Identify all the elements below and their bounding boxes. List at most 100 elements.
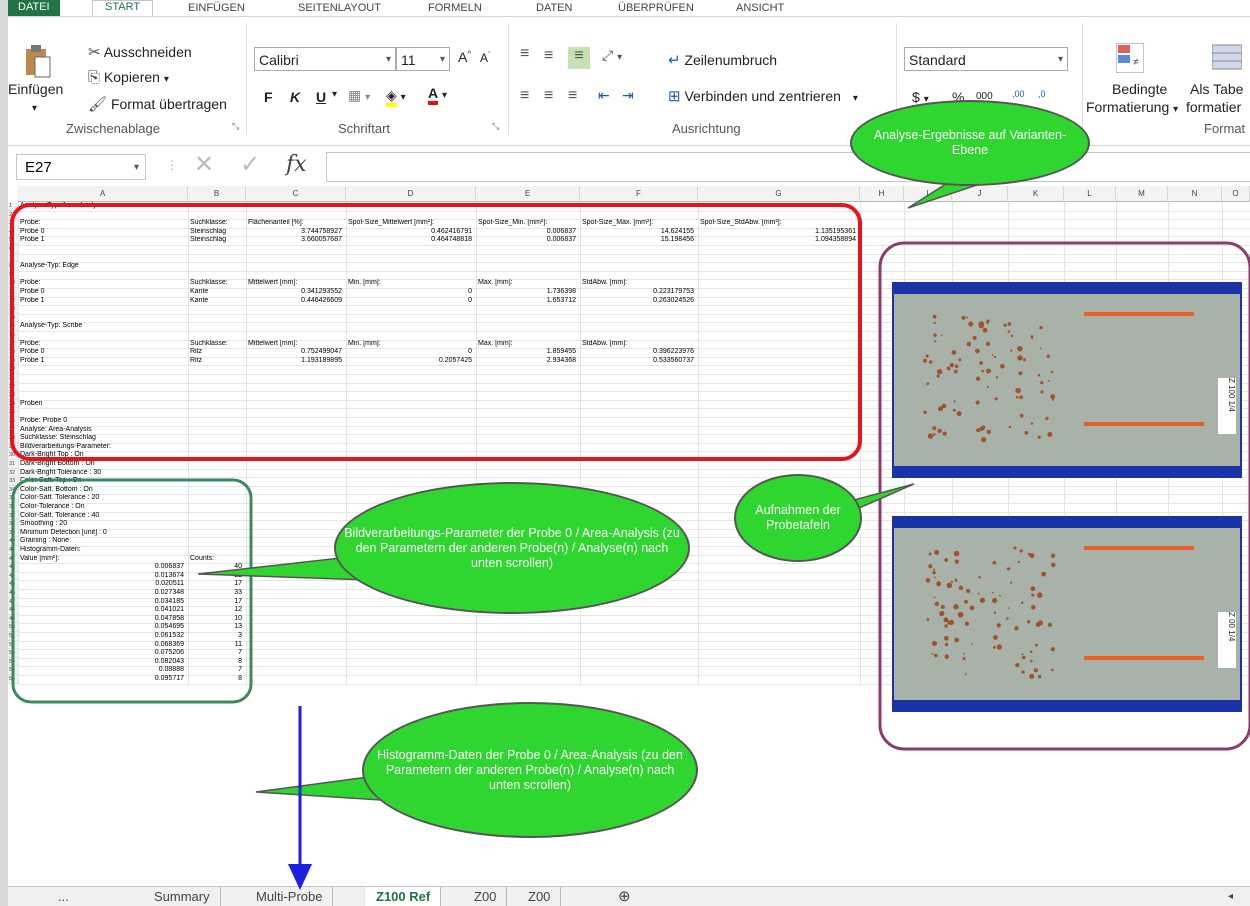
cell[interactable]: Bildverarbeitungs-Parameter: xyxy=(20,443,184,452)
cell[interactable]: Suchklasse: xyxy=(190,279,242,288)
cell[interactable] xyxy=(348,641,472,650)
row-header[interactable]: 10 xyxy=(8,279,18,288)
cell[interactable]: 0.006837 xyxy=(20,563,184,572)
cell[interactable]: Probe: xyxy=(20,219,184,228)
cell[interactable]: 0.006837 xyxy=(478,236,576,245)
cell[interactable] xyxy=(700,451,856,460)
column-header[interactable]: O xyxy=(1222,186,1250,202)
cell[interactable] xyxy=(190,451,242,460)
row-header[interactable]: 45 xyxy=(8,580,18,589)
cell[interactable] xyxy=(248,632,342,641)
cell[interactable]: Probe 0 xyxy=(20,348,184,357)
cell[interactable] xyxy=(478,623,576,632)
cell[interactable]: Mittelwert [mm]: xyxy=(248,279,342,288)
tab-formeln[interactable]: FORMELN xyxy=(428,2,482,16)
cell[interactable]: Color-Tolerance : On xyxy=(20,503,184,512)
cell[interactable]: Dark-Bright Bottom : On xyxy=(20,460,184,469)
cell[interactable] xyxy=(248,675,342,684)
cell[interactable]: 1.094358894 xyxy=(700,236,856,245)
cell[interactable] xyxy=(700,460,856,469)
cell[interactable]: Smoothing : 20 xyxy=(20,520,184,529)
cell[interactable] xyxy=(248,426,342,435)
cell[interactable]: 0.223179753 xyxy=(582,288,694,297)
row-header[interactable]: 27 xyxy=(8,425,18,435)
cell[interactable]: 0.095717 xyxy=(20,675,184,684)
cell[interactable] xyxy=(582,666,694,675)
cell[interactable] xyxy=(190,469,242,478)
insert-function-button[interactable]: fx xyxy=(286,152,307,177)
cell[interactable] xyxy=(348,477,472,486)
row-header[interactable]: 15 xyxy=(8,322,18,331)
column-header[interactable]: L xyxy=(1064,186,1116,202)
italic-button[interactable]: K xyxy=(290,89,300,105)
shrink-font-button[interactable]: Aˇ xyxy=(480,51,490,65)
cell[interactable]: 0.533560737 xyxy=(582,357,694,366)
cell[interactable]: 0 xyxy=(348,348,472,357)
cell[interactable] xyxy=(190,460,242,469)
cell[interactable]: Dark-Bright Top : On xyxy=(20,451,184,460)
cell[interactable] xyxy=(248,443,342,452)
row-header[interactable]: 25 xyxy=(8,408,18,417)
cell[interactable] xyxy=(700,580,856,589)
cell[interactable] xyxy=(248,271,342,280)
cell[interactable] xyxy=(248,520,342,529)
cell[interactable] xyxy=(700,279,856,288)
cell[interactable] xyxy=(348,400,472,409)
cell[interactable] xyxy=(700,589,856,598)
row-header[interactable]: 40 xyxy=(8,537,18,546)
cell[interactable]: 0.263024526 xyxy=(582,297,694,306)
cell[interactable] xyxy=(700,348,856,357)
cell[interactable]: 33 xyxy=(190,589,242,598)
cell[interactable] xyxy=(478,245,576,254)
cell[interactable] xyxy=(248,572,342,581)
cell[interactable] xyxy=(348,666,472,675)
cell[interactable] xyxy=(248,606,342,615)
row-header[interactable]: 54 xyxy=(8,657,18,667)
row-header[interactable]: 9 xyxy=(8,270,18,280)
cell[interactable] xyxy=(478,443,576,452)
row-header[interactable]: 8 xyxy=(8,262,18,271)
merge-center-button[interactable]: ⊞ Verbinden und zentrieren ▾ xyxy=(668,87,858,105)
cell[interactable] xyxy=(478,666,576,675)
cell[interactable] xyxy=(478,451,576,460)
align-left-icon[interactable]: ≡ xyxy=(520,87,529,105)
cell[interactable] xyxy=(478,365,576,374)
cell[interactable] xyxy=(582,331,694,340)
underline-button[interactable]: U xyxy=(316,89,326,105)
cell[interactable] xyxy=(248,314,342,323)
cell[interactable] xyxy=(582,426,694,435)
cell[interactable] xyxy=(348,305,472,314)
align-middle-icon[interactable]: ≡ xyxy=(544,47,553,65)
cell[interactable] xyxy=(248,245,342,254)
cell[interactable] xyxy=(248,563,342,572)
row-header[interactable]: 3 xyxy=(8,219,18,228)
cell[interactable] xyxy=(190,211,242,220)
cell[interactable] xyxy=(190,314,242,323)
cell[interactable]: 0.341293552 xyxy=(248,288,342,297)
cell[interactable] xyxy=(248,623,342,632)
cell[interactable]: StdAbw. [mm]: xyxy=(582,279,694,288)
cell[interactable] xyxy=(582,460,694,469)
cell[interactable]: 0.068369 xyxy=(20,641,184,650)
cell[interactable] xyxy=(700,322,856,331)
cell[interactable] xyxy=(20,374,184,383)
cell[interactable] xyxy=(248,641,342,650)
cell[interactable]: Flächenanteil [%]: xyxy=(248,219,342,228)
column-header[interactable]: M xyxy=(1116,186,1168,202)
cell[interactable] xyxy=(190,477,242,486)
cell[interactable] xyxy=(248,262,342,271)
cell[interactable]: 0.034185 xyxy=(20,598,184,607)
cell[interactable] xyxy=(190,503,242,512)
cell[interactable]: Minimum Detection [unit] : 0 xyxy=(20,529,184,538)
cell[interactable]: Mittelwert [mm]: xyxy=(248,340,342,349)
cell[interactable] xyxy=(190,400,242,409)
paste-dropdown-icon[interactable]: ▾ xyxy=(32,103,37,114)
cell[interactable]: Suchklasse: Steinschlag xyxy=(20,434,184,443)
cell[interactable] xyxy=(348,460,472,469)
name-box[interactable]: E27 ▾ xyxy=(16,154,146,180)
cell[interactable] xyxy=(190,374,242,383)
cell[interactable] xyxy=(700,408,856,417)
row-header[interactable]: 5 xyxy=(8,236,18,245)
cell[interactable] xyxy=(700,426,856,435)
cell[interactable] xyxy=(248,365,342,374)
